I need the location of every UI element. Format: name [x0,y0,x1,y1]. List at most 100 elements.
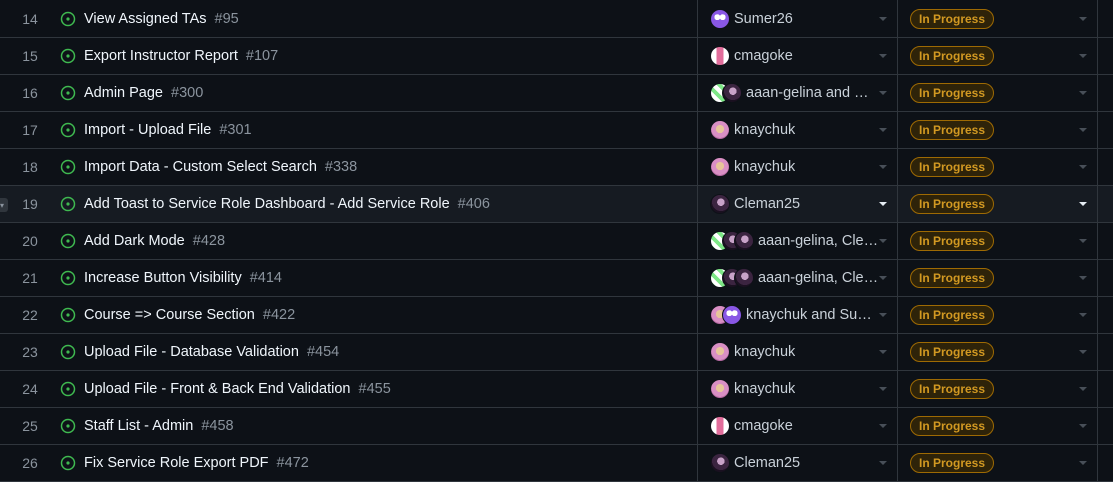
issue-title-link[interactable]: Export Instructor Report [84,48,238,64]
issue-title-link[interactable]: Add Dark Mode [84,233,185,249]
issue-number: #300 [171,85,204,101]
issue-title-link[interactable]: View Assigned TAs [84,11,207,27]
chevron-down-icon[interactable] [879,16,887,21]
chevron-down-icon[interactable] [1079,165,1087,169]
assignees-cell[interactable]: cmagoke [698,38,898,74]
status-cell[interactable]: In Progress [898,334,1098,370]
table-row[interactable]: 15 Export Instructor Report #107 cmagoke… [0,38,1113,75]
issue-title-link[interactable]: Staff List - Admin [84,418,193,434]
table-row[interactable]: 20 Add Dark Mode #428 aaan-gelina, Clem…… [0,223,1113,260]
table-row[interactable]: 22 Course => Course Section #422 knaychu… [0,297,1113,334]
chevron-down-icon[interactable] [1079,424,1087,428]
row-number: 16 [22,85,38,101]
issue-open-icon [60,455,76,471]
chevron-down-icon[interactable] [1079,54,1087,58]
chevron-down-icon[interactable] [1079,313,1087,317]
assignees-cell[interactable]: knaychuk [698,149,898,185]
table-row[interactable]: 17 Import - Upload File #301 knaychuk In… [0,112,1113,149]
issue-title-link[interactable]: Fix Service Role Export PDF [84,455,269,471]
table-row[interactable]: 18 Import Data - Custom Select Search #3… [0,149,1113,186]
avatar-stack [710,342,730,362]
assignees-cell[interactable]: knaychuk [698,371,898,407]
assignee-names: knaychuk [734,381,796,397]
assignees-cell[interactable]: aaan-gelina and Cl… [698,75,898,111]
assignees-cell[interactable]: knaychuk and Sum… [698,297,898,333]
chevron-down-icon[interactable] [879,239,887,243]
chevron-down-icon[interactable] [879,424,887,428]
table-row[interactable]: 21 Increase Button Visibility #414 aaan-… [0,260,1113,297]
row-number: 19 [22,196,38,212]
status-cell[interactable]: In Progress [898,0,1098,37]
table-row[interactable]: 26 Fix Service Role Export PDF #472 Clem… [0,445,1113,482]
issue-title-link[interactable]: Import Data - Custom Select Search [84,159,317,175]
chevron-down-icon[interactable] [879,54,887,58]
issue-title-link[interactable]: Admin Page [84,85,163,101]
status-cell[interactable]: In Progress [898,408,1098,444]
issue-title-link[interactable]: Upload File - Front & Back End Validatio… [84,381,351,397]
assignees-cell[interactable]: Sumer26 [698,0,898,37]
issue-title-link[interactable]: Upload File - Database Validation [84,344,299,360]
issue-title-link[interactable]: Course => Course Section [84,307,255,323]
table-row[interactable]: 23 Upload File - Database Validation #45… [0,334,1113,371]
issue-title-link[interactable]: Increase Button Visibility [84,270,242,286]
status-badge: In Progress [910,379,995,399]
status-cell[interactable]: In Progress [898,38,1098,74]
issue-open-icon [60,122,76,138]
issue-number: #338 [324,159,358,175]
issue-open-icon [60,233,76,249]
chevron-down-icon[interactable] [1079,350,1087,354]
chevron-down-icon[interactable] [1079,461,1087,465]
chevron-down-icon[interactable] [1079,91,1087,95]
issue-number: #458 [201,418,234,434]
chevron-down-icon[interactable] [879,128,887,132]
status-cell[interactable]: In Progress [898,260,1098,296]
assignee-names: Cleman25 [734,196,801,212]
issue-open-icon [60,196,76,212]
table-row[interactable]: 16 Admin Page #300 aaan-gelina and Cl… I… [0,75,1113,112]
drag-handle-icon[interactable]: ▾ [0,198,8,212]
chevron-down-icon[interactable] [1079,239,1087,243]
assignees-cell[interactable]: cmagoke [698,408,898,444]
title-cell: Add Toast to Service Role Dashboard - Ad… [60,186,698,222]
title-cell: Upload File - Front & Back End Validatio… [60,371,698,407]
assignees-cell[interactable]: aaan-gelina, Clem… [698,223,898,259]
chevron-down-icon[interactable] [879,276,887,280]
avatar [710,453,730,473]
empty-cell [1098,408,1113,444]
status-cell[interactable]: In Progress [898,149,1098,185]
chevron-down-icon[interactable] [879,202,887,206]
chevron-down-icon[interactable] [879,313,887,317]
row-number: 21 [22,270,38,286]
chevron-down-icon[interactable] [879,387,887,391]
status-cell[interactable]: In Progress [898,75,1098,111]
chevron-down-icon[interactable] [879,461,887,465]
assignees-cell[interactable]: knaychuk [698,334,898,370]
title-cell: Admin Page #300 [60,75,698,111]
status-cell[interactable]: In Progress [898,297,1098,333]
chevron-down-icon[interactable] [879,165,887,169]
chevron-down-icon[interactable] [1079,202,1087,206]
chevron-down-icon[interactable] [879,350,887,354]
chevron-down-icon[interactable] [1079,387,1087,391]
table-row[interactable]: ▾ 19 Add Toast to Service Role Dashboard … [0,186,1113,223]
assignees-cell[interactable]: knaychuk [698,112,898,148]
chevron-down-icon[interactable] [1079,128,1087,132]
status-cell[interactable]: In Progress [898,186,1098,222]
assignees-cell[interactable]: Cleman25 [698,186,898,222]
status-cell[interactable]: In Progress [898,223,1098,259]
chevron-down-icon[interactable] [1079,276,1087,280]
chevron-down-icon[interactable] [879,91,887,95]
issue-title-link[interactable]: Add Toast to Service Role Dashboard - Ad… [84,196,450,212]
assignee-names: knaychuk [734,159,796,175]
status-cell[interactable]: In Progress [898,112,1098,148]
avatar-stack [710,157,730,177]
table-row[interactable]: 24 Upload File - Front & Back End Valida… [0,371,1113,408]
table-row[interactable]: 14 View Assigned TAs #95 Sumer26 In Prog… [0,0,1113,38]
avatar [734,231,754,251]
assignees-cell[interactable]: aaan-gelina, Clem… [698,260,898,296]
status-cell[interactable]: In Progress [898,371,1098,407]
issue-number: #472 [276,455,309,471]
chevron-down-icon[interactable] [1079,16,1087,21]
table-row[interactable]: 25 Staff List - Admin #458 cmagoke In Pr… [0,408,1113,445]
issue-title-link[interactable]: Import - Upload File [84,122,211,138]
